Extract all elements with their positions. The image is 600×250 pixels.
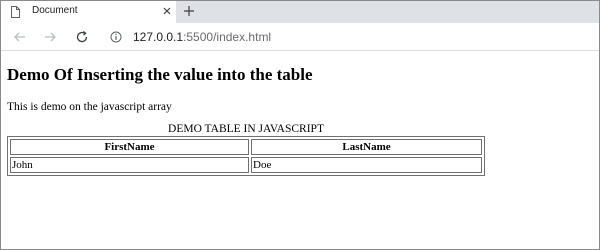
header-lastname: LastName bbox=[251, 139, 482, 155]
tab-title: Document bbox=[32, 5, 78, 16]
arrow-right-icon[interactable] bbox=[43, 30, 57, 44]
document-icon bbox=[11, 6, 20, 18]
tab-strip: Document bbox=[1, 1, 599, 23]
table-header-row: FirstName LastName bbox=[10, 139, 482, 155]
cell-firstname: John bbox=[10, 157, 249, 173]
page-paragraph: This is demo on the javascript array bbox=[7, 101, 172, 113]
tab-document[interactable]: Document bbox=[1, 1, 176, 23]
table-caption: DEMO TABLE IN JAVASCRIPT bbox=[168, 123, 324, 135]
header-firstname: FirstName bbox=[10, 139, 249, 155]
info-icon[interactable] bbox=[110, 31, 122, 43]
demo-table: FirstName LastName John Doe bbox=[7, 136, 485, 176]
address-bar[interactable]: 127.0.0.1:5500/index.html bbox=[101, 26, 593, 48]
close-icon[interactable] bbox=[161, 5, 173, 17]
table-row: John Doe bbox=[10, 157, 482, 173]
url-path: :5500/index.html bbox=[183, 30, 272, 44]
url-host: 127.0.0.1 bbox=[133, 30, 184, 44]
page-heading: Demo Of Inserting the value into the tab… bbox=[7, 65, 313, 84]
reload-icon[interactable] bbox=[75, 30, 89, 44]
browser-toolbar: 127.0.0.1:5500/index.html bbox=[1, 23, 599, 51]
page-content: Demo Of Inserting the value into the tab… bbox=[7, 51, 595, 176]
cell-lastname: Doe bbox=[251, 157, 482, 173]
browser-window: Document 127.0.0.1:5500/index.html Demo … bbox=[0, 0, 600, 250]
plus-icon[interactable] bbox=[182, 4, 196, 18]
arrow-left-icon[interactable] bbox=[13, 30, 27, 44]
url-text[interactable]: 127.0.0.1:5500/index.html bbox=[133, 30, 271, 44]
